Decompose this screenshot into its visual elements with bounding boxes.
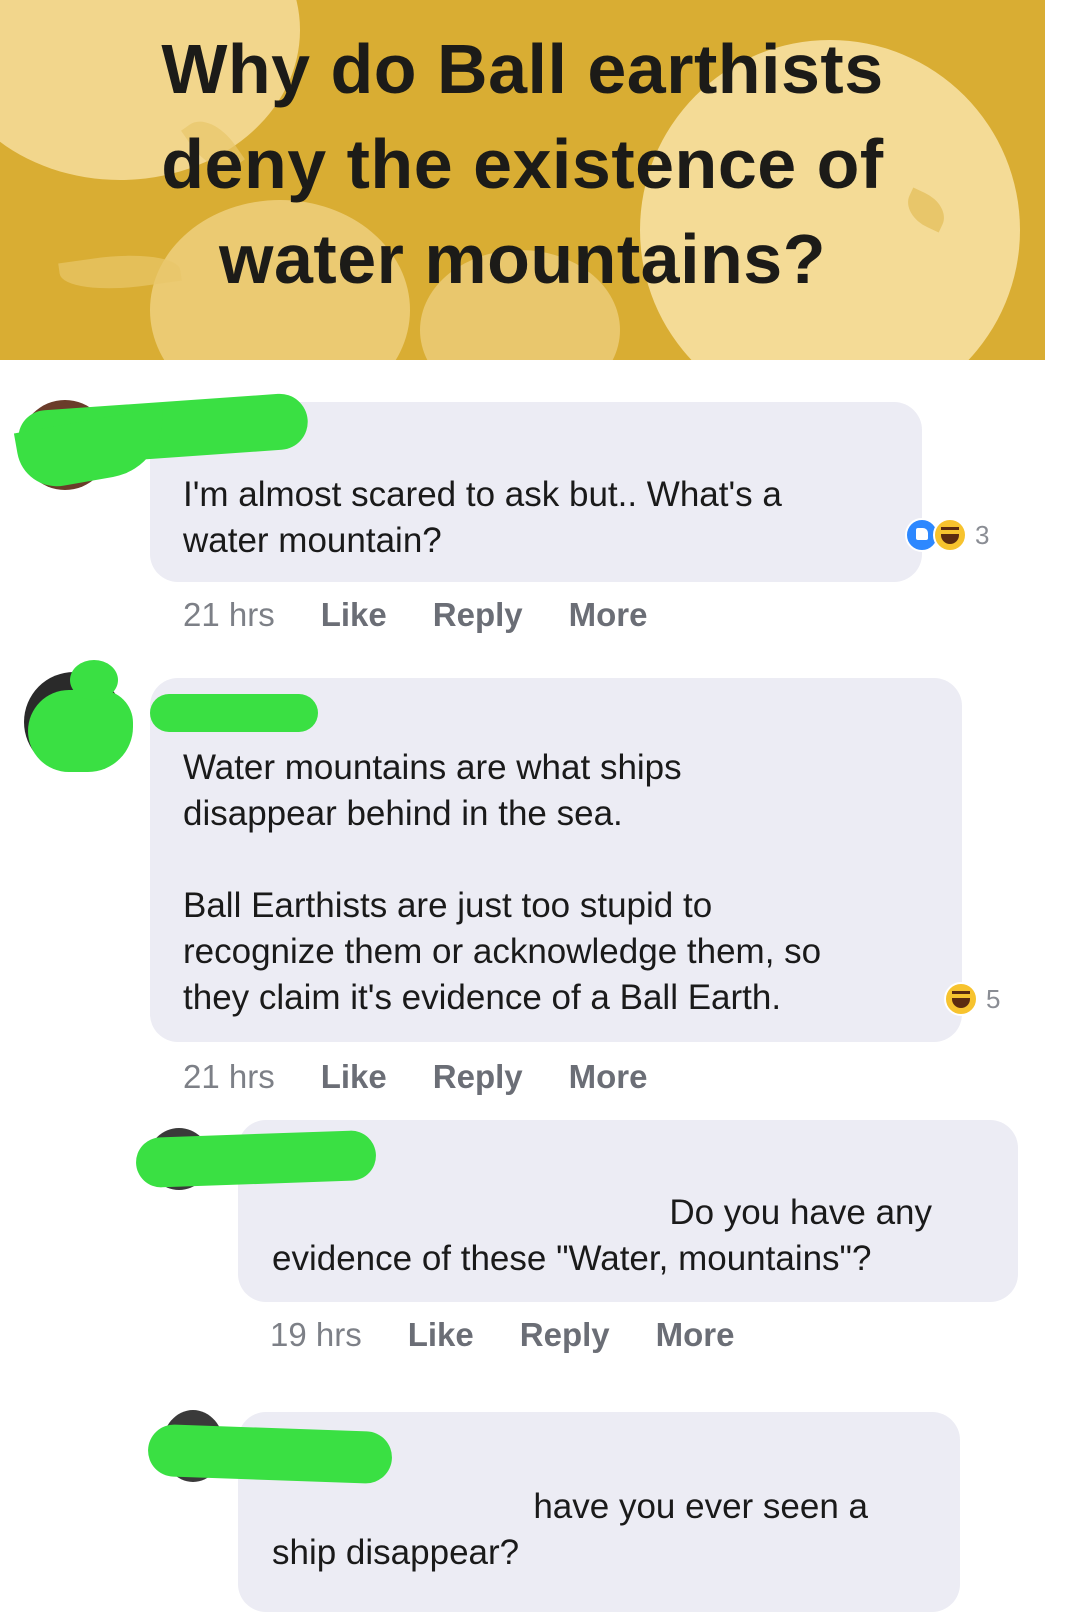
comment-text-line [183, 837, 821, 883]
comment-actions: 21 hrs Like Reply More [183, 596, 647, 634]
comment-text-line: I'm almost scared to ask but.. What's a [183, 475, 782, 514]
haha-icon [933, 518, 967, 552]
reaction-summary[interactable]: 3 [905, 518, 989, 552]
redacted-username [150, 694, 318, 732]
comment-timestamp[interactable]: 19 hrs [270, 1316, 362, 1354]
post-title-line: water mountains? [219, 220, 826, 298]
post-title-line: deny the existence of [161, 125, 884, 203]
post-title: Why do Ball earthists deny the existence… [0, 22, 1045, 307]
comment-text-line: have you ever seen a [533, 1487, 868, 1526]
post-title-line: Why do Ball earthists [161, 30, 884, 108]
more-button[interactable]: More [569, 1058, 648, 1096]
comment-text: have you ever seen a ship disappear? [272, 1484, 868, 1576]
redacted-avatar [70, 660, 118, 700]
redacted-username [147, 1423, 393, 1485]
like-button[interactable]: Like [321, 596, 387, 634]
reaction-count: 3 [975, 519, 990, 550]
redacted-avatar [28, 690, 133, 772]
comment-timestamp[interactable]: 21 hrs [183, 1058, 275, 1096]
redacted-username [135, 1129, 377, 1189]
comment-actions: 21 hrs Like Reply More [183, 1058, 647, 1096]
reaction-summary[interactable]: 5 [944, 982, 1000, 1016]
more-button[interactable]: More [656, 1316, 735, 1354]
comment-text-line: water mountain? [183, 521, 442, 560]
comment-text-line: Do you have any [669, 1193, 932, 1232]
comment-text-line: Water mountains are what ships [183, 748, 682, 787]
comment-text-line: disappear behind in the sea. [183, 794, 623, 833]
more-button[interactable]: More [569, 596, 648, 634]
reply-button[interactable]: Reply [520, 1316, 610, 1354]
comment-actions: 19 hrs Like Reply More [270, 1316, 734, 1354]
comment-text-line: ship disappear? [272, 1533, 520, 1572]
like-button[interactable]: Like [321, 1058, 387, 1096]
post-banner: Why do Ball earthists deny the existence… [0, 0, 1045, 360]
comment-text-line: they claim it's evidence of a Ball Earth… [183, 978, 782, 1017]
comment-text-line: Ball Earthists are just too stupid to [183, 886, 713, 925]
comment-text-line: evidence of these "Water, mountains"? [272, 1239, 872, 1278]
comment-text-line: recognize them or acknowledge them, so [183, 932, 822, 971]
comment-text: Water mountains are what ships disappear… [183, 745, 821, 1021]
reaction-count: 5 [986, 983, 1001, 1014]
haha-icon [944, 982, 978, 1016]
reply-button[interactable]: Reply [433, 596, 523, 634]
reply-button[interactable]: Reply [433, 1058, 523, 1096]
comment-timestamp[interactable]: 21 hrs [183, 596, 275, 634]
comment-text: I'm almost scared to ask but.. What's a … [183, 472, 782, 564]
like-button[interactable]: Like [408, 1316, 474, 1354]
comment-text: Do you have any evidence of these "Water… [272, 1190, 932, 1282]
